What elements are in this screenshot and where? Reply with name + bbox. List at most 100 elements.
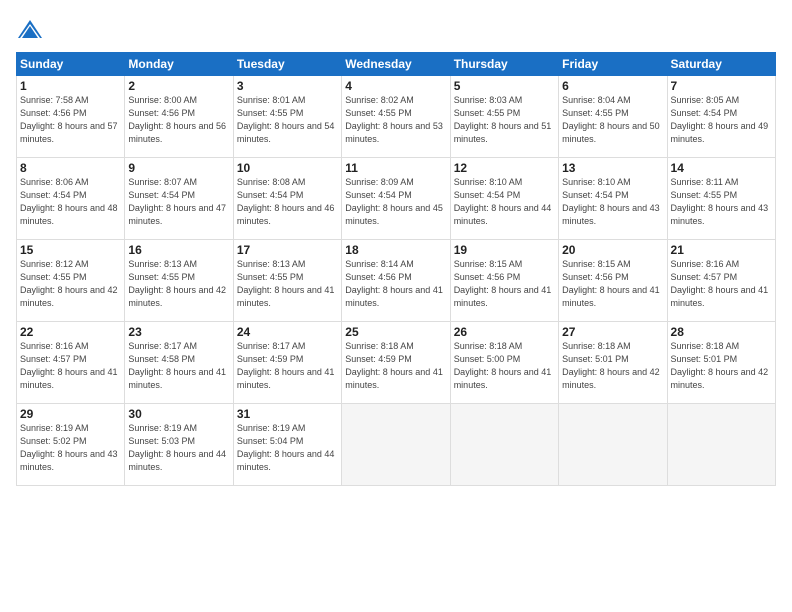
calendar-day-cell: 13Sunrise: 8:10 AMSunset: 4:54 PMDayligh… bbox=[559, 158, 667, 240]
calendar-day-cell: 21Sunrise: 8:16 AMSunset: 4:57 PMDayligh… bbox=[667, 240, 775, 322]
calendar-day-cell: 27Sunrise: 8:18 AMSunset: 5:01 PMDayligh… bbox=[559, 322, 667, 404]
calendar-day-cell bbox=[342, 404, 450, 486]
day-info: Sunrise: 8:17 AMSunset: 4:58 PMDaylight:… bbox=[128, 340, 229, 392]
day-info: Sunrise: 8:08 AMSunset: 4:54 PMDaylight:… bbox=[237, 176, 338, 228]
day-number: 12 bbox=[454, 161, 555, 175]
day-number: 6 bbox=[562, 79, 663, 93]
day-number: 1 bbox=[20, 79, 121, 93]
day-info: Sunrise: 8:10 AMSunset: 4:54 PMDaylight:… bbox=[454, 176, 555, 228]
day-info: Sunrise: 8:13 AMSunset: 4:55 PMDaylight:… bbox=[128, 258, 229, 310]
calendar-day-cell: 24Sunrise: 8:17 AMSunset: 4:59 PMDayligh… bbox=[233, 322, 341, 404]
day-info: Sunrise: 8:18 AMSunset: 5:00 PMDaylight:… bbox=[454, 340, 555, 392]
header-friday: Friday bbox=[559, 53, 667, 76]
day-number: 18 bbox=[345, 243, 446, 257]
day-number: 10 bbox=[237, 161, 338, 175]
header-thursday: Thursday bbox=[450, 53, 558, 76]
logo-icon bbox=[16, 16, 44, 44]
calendar-day-cell: 9Sunrise: 8:07 AMSunset: 4:54 PMDaylight… bbox=[125, 158, 233, 240]
calendar-day-cell: 7Sunrise: 8:05 AMSunset: 4:54 PMDaylight… bbox=[667, 76, 775, 158]
calendar-day-cell: 20Sunrise: 8:15 AMSunset: 4:56 PMDayligh… bbox=[559, 240, 667, 322]
day-number: 26 bbox=[454, 325, 555, 339]
day-info: Sunrise: 8:06 AMSunset: 4:54 PMDaylight:… bbox=[20, 176, 121, 228]
day-number: 13 bbox=[562, 161, 663, 175]
day-number: 8 bbox=[20, 161, 121, 175]
header-sunday: Sunday bbox=[17, 53, 125, 76]
calendar-day-cell: 26Sunrise: 8:18 AMSunset: 5:00 PMDayligh… bbox=[450, 322, 558, 404]
calendar-day-cell: 11Sunrise: 8:09 AMSunset: 4:54 PMDayligh… bbox=[342, 158, 450, 240]
day-number: 30 bbox=[128, 407, 229, 421]
day-number: 16 bbox=[128, 243, 229, 257]
calendar-day-cell: 15Sunrise: 8:12 AMSunset: 4:55 PMDayligh… bbox=[17, 240, 125, 322]
day-info: Sunrise: 8:15 AMSunset: 4:56 PMDaylight:… bbox=[454, 258, 555, 310]
day-number: 14 bbox=[671, 161, 772, 175]
calendar-day-cell: 30Sunrise: 8:19 AMSunset: 5:03 PMDayligh… bbox=[125, 404, 233, 486]
calendar-week-row: 1Sunrise: 7:58 AMSunset: 4:56 PMDaylight… bbox=[17, 76, 776, 158]
day-info: Sunrise: 8:02 AMSunset: 4:55 PMDaylight:… bbox=[345, 94, 446, 146]
day-info: Sunrise: 8:16 AMSunset: 4:57 PMDaylight:… bbox=[20, 340, 121, 392]
calendar-day-cell bbox=[667, 404, 775, 486]
day-info: Sunrise: 8:19 AMSunset: 5:02 PMDaylight:… bbox=[20, 422, 121, 474]
day-number: 17 bbox=[237, 243, 338, 257]
calendar-day-cell: 10Sunrise: 8:08 AMSunset: 4:54 PMDayligh… bbox=[233, 158, 341, 240]
calendar-day-cell: 16Sunrise: 8:13 AMSunset: 4:55 PMDayligh… bbox=[125, 240, 233, 322]
day-info: Sunrise: 8:18 AMSunset: 5:01 PMDaylight:… bbox=[562, 340, 663, 392]
page-header bbox=[16, 16, 776, 44]
logo bbox=[16, 16, 48, 44]
header-saturday: Saturday bbox=[667, 53, 775, 76]
day-info: Sunrise: 8:18 AMSunset: 5:01 PMDaylight:… bbox=[671, 340, 772, 392]
day-number: 3 bbox=[237, 79, 338, 93]
calendar-day-cell bbox=[559, 404, 667, 486]
calendar-week-row: 8Sunrise: 8:06 AMSunset: 4:54 PMDaylight… bbox=[17, 158, 776, 240]
day-number: 9 bbox=[128, 161, 229, 175]
calendar-day-cell: 3Sunrise: 8:01 AMSunset: 4:55 PMDaylight… bbox=[233, 76, 341, 158]
day-number: 11 bbox=[345, 161, 446, 175]
calendar-day-cell bbox=[450, 404, 558, 486]
day-info: Sunrise: 8:09 AMSunset: 4:54 PMDaylight:… bbox=[345, 176, 446, 228]
day-info: Sunrise: 8:13 AMSunset: 4:55 PMDaylight:… bbox=[237, 258, 338, 310]
day-info: Sunrise: 8:01 AMSunset: 4:55 PMDaylight:… bbox=[237, 94, 338, 146]
day-info: Sunrise: 8:14 AMSunset: 4:56 PMDaylight:… bbox=[345, 258, 446, 310]
calendar-week-row: 22Sunrise: 8:16 AMSunset: 4:57 PMDayligh… bbox=[17, 322, 776, 404]
calendar-day-cell: 2Sunrise: 8:00 AMSunset: 4:56 PMDaylight… bbox=[125, 76, 233, 158]
calendar-week-row: 29Sunrise: 8:19 AMSunset: 5:02 PMDayligh… bbox=[17, 404, 776, 486]
day-number: 28 bbox=[671, 325, 772, 339]
day-number: 29 bbox=[20, 407, 121, 421]
day-number: 7 bbox=[671, 79, 772, 93]
day-number: 20 bbox=[562, 243, 663, 257]
header-monday: Monday bbox=[125, 53, 233, 76]
calendar-day-cell: 4Sunrise: 8:02 AMSunset: 4:55 PMDaylight… bbox=[342, 76, 450, 158]
day-info: Sunrise: 8:11 AMSunset: 4:55 PMDaylight:… bbox=[671, 176, 772, 228]
day-info: Sunrise: 8:18 AMSunset: 4:59 PMDaylight:… bbox=[345, 340, 446, 392]
day-info: Sunrise: 8:16 AMSunset: 4:57 PMDaylight:… bbox=[671, 258, 772, 310]
calendar-day-cell: 6Sunrise: 8:04 AMSunset: 4:55 PMDaylight… bbox=[559, 76, 667, 158]
calendar-day-cell: 12Sunrise: 8:10 AMSunset: 4:54 PMDayligh… bbox=[450, 158, 558, 240]
day-number: 25 bbox=[345, 325, 446, 339]
calendar-day-cell: 18Sunrise: 8:14 AMSunset: 4:56 PMDayligh… bbox=[342, 240, 450, 322]
day-info: Sunrise: 8:03 AMSunset: 4:55 PMDaylight:… bbox=[454, 94, 555, 146]
day-number: 22 bbox=[20, 325, 121, 339]
day-info: Sunrise: 8:15 AMSunset: 4:56 PMDaylight:… bbox=[562, 258, 663, 310]
calendar-week-row: 15Sunrise: 8:12 AMSunset: 4:55 PMDayligh… bbox=[17, 240, 776, 322]
day-number: 23 bbox=[128, 325, 229, 339]
day-number: 24 bbox=[237, 325, 338, 339]
day-info: Sunrise: 8:04 AMSunset: 4:55 PMDaylight:… bbox=[562, 94, 663, 146]
day-info: Sunrise: 8:19 AMSunset: 5:03 PMDaylight:… bbox=[128, 422, 229, 474]
calendar-day-cell: 25Sunrise: 8:18 AMSunset: 4:59 PMDayligh… bbox=[342, 322, 450, 404]
header-tuesday: Tuesday bbox=[233, 53, 341, 76]
day-number: 5 bbox=[454, 79, 555, 93]
day-number: 4 bbox=[345, 79, 446, 93]
calendar-day-cell: 23Sunrise: 8:17 AMSunset: 4:58 PMDayligh… bbox=[125, 322, 233, 404]
calendar-day-cell: 17Sunrise: 8:13 AMSunset: 4:55 PMDayligh… bbox=[233, 240, 341, 322]
calendar-day-cell: 1Sunrise: 7:58 AMSunset: 4:56 PMDaylight… bbox=[17, 76, 125, 158]
day-number: 21 bbox=[671, 243, 772, 257]
header-wednesday: Wednesday bbox=[342, 53, 450, 76]
day-info: Sunrise: 8:19 AMSunset: 5:04 PMDaylight:… bbox=[237, 422, 338, 474]
calendar-day-cell: 29Sunrise: 8:19 AMSunset: 5:02 PMDayligh… bbox=[17, 404, 125, 486]
day-info: Sunrise: 8:12 AMSunset: 4:55 PMDaylight:… bbox=[20, 258, 121, 310]
day-info: Sunrise: 8:10 AMSunset: 4:54 PMDaylight:… bbox=[562, 176, 663, 228]
day-number: 2 bbox=[128, 79, 229, 93]
day-info: Sunrise: 8:17 AMSunset: 4:59 PMDaylight:… bbox=[237, 340, 338, 392]
day-info: Sunrise: 7:58 AMSunset: 4:56 PMDaylight:… bbox=[20, 94, 121, 146]
calendar-day-cell: 14Sunrise: 8:11 AMSunset: 4:55 PMDayligh… bbox=[667, 158, 775, 240]
calendar-day-cell: 28Sunrise: 8:18 AMSunset: 5:01 PMDayligh… bbox=[667, 322, 775, 404]
